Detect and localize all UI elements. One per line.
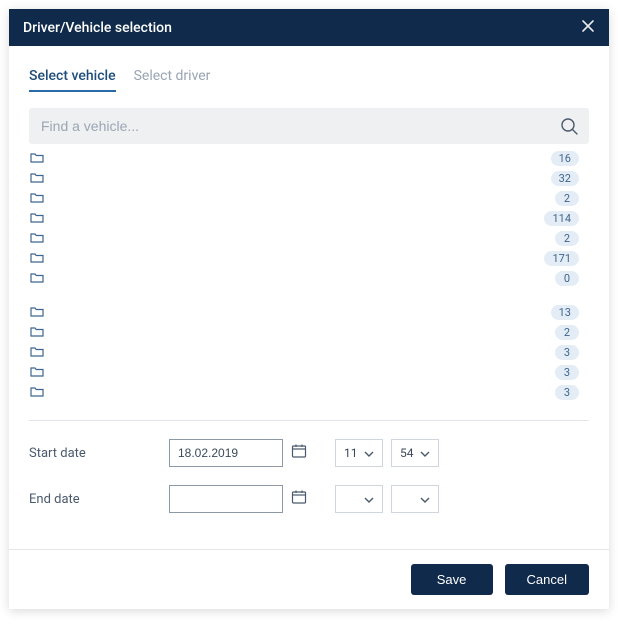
list-item[interactable]: 3 xyxy=(29,382,585,402)
start-minute-value: 54 xyxy=(400,446,414,460)
close-icon[interactable] xyxy=(581,19,595,36)
folder-icon xyxy=(29,250,45,266)
end-date-label: End date xyxy=(29,492,169,507)
start-hour-select[interactable]: 11 xyxy=(335,439,383,467)
search-icon[interactable] xyxy=(559,116,579,136)
count-badge: 114 xyxy=(544,211,579,226)
calendar-icon[interactable] xyxy=(291,489,307,509)
end-hour-select[interactable] xyxy=(335,485,383,513)
dialog-content: Select vehicle Select driver 16322114217… xyxy=(9,46,609,549)
search-bar xyxy=(29,108,589,144)
start-date-label: Start date xyxy=(29,446,169,461)
list-item[interactable]: 16 xyxy=(29,148,585,168)
cancel-button[interactable]: Cancel xyxy=(505,564,589,595)
list-item[interactable]: 2 xyxy=(29,322,585,342)
folder-icon xyxy=(29,230,45,246)
vehicle-list[interactable]: 16 32 2 114 2 171 0 13 2 3 3 3 xyxy=(29,148,589,408)
folder-icon xyxy=(29,170,45,186)
list-item[interactable]: 171 xyxy=(29,248,585,268)
dialog-footer: Save Cancel xyxy=(9,549,609,609)
chevron-down-icon xyxy=(420,446,430,460)
folder-icon xyxy=(29,324,45,340)
count-badge: 0 xyxy=(555,271,579,286)
end-date-input[interactable] xyxy=(169,485,283,513)
start-date-input[interactable] xyxy=(169,439,283,467)
count-badge: 16 xyxy=(551,151,579,166)
folder-icon xyxy=(29,304,45,320)
count-badge: 32 xyxy=(551,171,579,186)
folder-icon xyxy=(29,270,45,286)
count-badge: 3 xyxy=(555,345,579,360)
folder-icon xyxy=(29,384,45,400)
start-date-row: Start date 11 54 xyxy=(29,439,589,467)
list-item[interactable]: 2 xyxy=(29,188,585,208)
chevron-down-icon xyxy=(420,492,430,506)
folder-icon xyxy=(29,150,45,166)
chevron-down-icon xyxy=(364,446,374,460)
list-item[interactable]: 2 xyxy=(29,228,585,248)
tab-select-driver[interactable]: Select driver xyxy=(134,62,211,92)
count-badge: 3 xyxy=(555,385,579,400)
folder-icon xyxy=(29,364,45,380)
list-item[interactable]: 32 xyxy=(29,168,585,188)
folder-icon xyxy=(29,210,45,226)
end-date-row: End date xyxy=(29,485,589,513)
count-badge: 171 xyxy=(544,251,579,266)
tab-select-vehicle[interactable]: Select vehicle xyxy=(29,62,116,92)
divider xyxy=(29,420,589,421)
count-badge: 2 xyxy=(555,231,579,246)
list-item[interactable]: 3 xyxy=(29,362,585,382)
folder-icon xyxy=(29,190,45,206)
tabs: Select vehicle Select driver xyxy=(29,62,589,92)
folder-icon xyxy=(29,344,45,360)
start-hour-value: 11 xyxy=(344,446,358,460)
list-item[interactable]: 13 xyxy=(29,302,585,322)
list-item[interactable]: 3 xyxy=(29,342,585,362)
count-badge: 2 xyxy=(555,191,579,206)
list-item[interactable]: 0 xyxy=(29,268,585,288)
search-input[interactable] xyxy=(41,118,559,134)
count-badge: 2 xyxy=(555,325,579,340)
titlebar: Driver/Vehicle selection xyxy=(9,9,609,46)
end-minute-select[interactable] xyxy=(391,485,439,513)
count-badge: 13 xyxy=(551,305,579,320)
vehicle-list-container: 16 32 2 114 2 171 0 13 2 3 3 3 xyxy=(29,148,589,408)
count-badge: 3 xyxy=(555,365,579,380)
dialog: Driver/Vehicle selection Select vehicle … xyxy=(9,9,609,609)
list-item[interactable]: 114 xyxy=(29,208,585,228)
start-minute-select[interactable]: 54 xyxy=(391,439,439,467)
dialog-title: Driver/Vehicle selection xyxy=(23,20,172,36)
calendar-icon[interactable] xyxy=(291,443,307,463)
save-button[interactable]: Save xyxy=(411,564,493,595)
chevron-down-icon xyxy=(364,492,374,506)
